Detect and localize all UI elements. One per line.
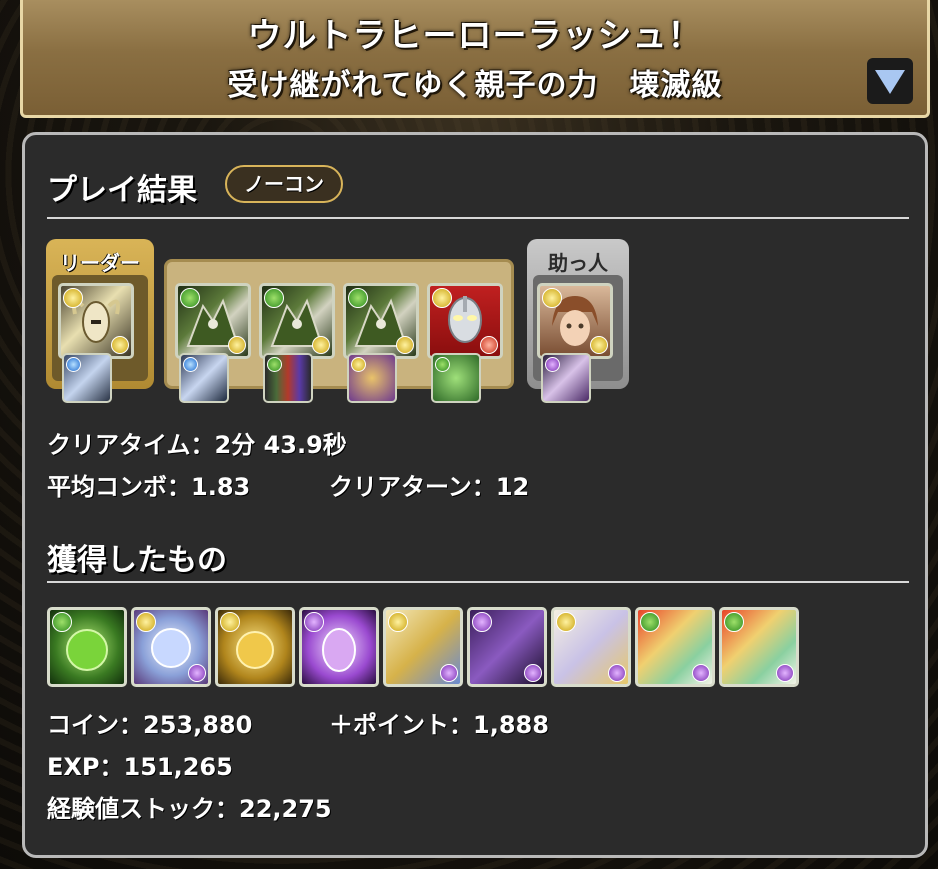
attribute-icon — [545, 357, 560, 372]
attribute-icon — [435, 357, 450, 372]
attribute-icon — [724, 612, 744, 632]
sub-attribute-icon — [188, 664, 206, 682]
sub-attribute-icon — [312, 336, 330, 354]
sub-attribute-icon — [692, 664, 710, 682]
sub-attribute-icon — [228, 336, 246, 354]
sub-monster-1[interactable] — [175, 283, 251, 359]
helper-label: 助っ人 — [548, 251, 608, 275]
drop-item-1[interactable] — [47, 607, 127, 687]
sub-assist-1[interactable] — [179, 353, 229, 403]
helper-assist[interactable] — [541, 353, 591, 403]
exp-stock: 経験値ストック：22,275 — [47, 789, 332, 824]
sub-attribute-icon — [608, 664, 626, 682]
attribute-icon — [66, 357, 81, 372]
attribute-icon — [180, 288, 200, 308]
exp-label: EXP： — [47, 753, 124, 781]
drop-item-5[interactable] — [383, 607, 463, 687]
clear-time-value: 2分 43.9秒 — [214, 431, 347, 459]
attribute-icon — [304, 612, 324, 632]
divider — [47, 217, 909, 219]
exp-reward: EXP：151,265 — [47, 747, 233, 782]
drop-item-2[interactable] — [131, 607, 211, 687]
dungeon-title: ウルトラヒーローラッシュ！ — [247, 16, 703, 56]
attribute-icon — [136, 612, 156, 632]
play-result-title: プレイ結果 — [47, 173, 197, 208]
coin-value: 253,880 — [143, 711, 253, 739]
avg-combo-value: 1.83 — [191, 473, 251, 501]
avg-combo-label: 平均コンボ： — [47, 473, 191, 501]
attribute-icon — [472, 612, 492, 632]
divider — [47, 581, 909, 583]
attribute-icon — [542, 288, 562, 308]
point-value: 1,888 — [473, 711, 549, 739]
leader-assist[interactable] — [62, 353, 112, 403]
attribute-icon — [52, 612, 72, 632]
sub-monster-3[interactable] — [343, 283, 419, 359]
exp-stock-label: 経験値ストック： — [47, 795, 239, 823]
no-continue-badge: ノーコン — [225, 165, 343, 203]
leader-monster[interactable] — [58, 283, 134, 359]
sub-attribute-icon — [524, 664, 542, 682]
sub-attribute-icon — [776, 664, 794, 682]
coin-label: コイン： — [47, 711, 143, 739]
sub-assist-2[interactable] — [263, 353, 313, 403]
average-combo: 平均コンボ：1.83 — [47, 467, 250, 502]
sub-monster-2[interactable] — [259, 283, 335, 359]
sub-attribute-icon — [590, 336, 608, 354]
clear-turn-value: 12 — [495, 473, 530, 501]
helper-monster[interactable] — [537, 283, 613, 359]
triangle-down-icon — [875, 70, 905, 94]
attribute-icon — [432, 288, 452, 308]
sub-attribute-icon — [440, 664, 458, 682]
drop-item-7[interactable] — [551, 607, 631, 687]
clear-turn-label: クリアターン： — [329, 473, 496, 501]
result-panel: プレイ結果 ノーコン リーダー 助っ人 クリアタイム：2分 43.9秒 平均コン… — [22, 132, 928, 858]
attribute-icon — [264, 288, 284, 308]
leader-label: リーダー — [60, 251, 140, 275]
sub-attribute-icon — [480, 336, 498, 354]
drop-item-6[interactable] — [467, 607, 547, 687]
drop-item-4[interactable] — [299, 607, 379, 687]
attribute-icon — [267, 357, 282, 372]
attribute-icon — [388, 612, 408, 632]
exp-value: 151,265 — [123, 753, 233, 781]
point-label: ＋ポイント： — [329, 711, 473, 739]
exp-stock-value: 22,275 — [239, 795, 332, 823]
drop-item-8[interactable] — [635, 607, 715, 687]
dropdown-button[interactable] — [867, 58, 913, 104]
drop-item-9[interactable] — [719, 607, 799, 687]
clear-time-label: クリアタイム： — [47, 431, 215, 459]
clear-time: クリアタイム：2分 43.9秒 — [47, 425, 347, 460]
attribute-icon — [351, 357, 366, 372]
clear-turn: クリアターン：12 — [329, 467, 529, 502]
point-reward: ＋ポイント：1,888 — [329, 705, 549, 740]
sub-assist-4[interactable] — [431, 353, 481, 403]
attribute-icon — [348, 288, 368, 308]
attribute-icon — [183, 357, 198, 372]
sub-assist-3[interactable] — [347, 353, 397, 403]
attribute-icon — [556, 612, 576, 632]
sub-attribute-icon — [396, 336, 414, 354]
attribute-icon — [220, 612, 240, 632]
attribute-icon — [63, 288, 83, 308]
coin-reward: コイン：253,880 — [47, 705, 252, 740]
drop-item-3[interactable] — [215, 607, 295, 687]
floor-title: 受け継がれてゆく親子の力 壊滅級 — [227, 68, 723, 103]
attribute-icon — [640, 612, 660, 632]
sub-monster-4[interactable] — [427, 283, 503, 359]
sub-attribute-icon — [111, 336, 129, 354]
rewards-title: 獲得したもの — [47, 543, 227, 578]
dungeon-title-bar: ウルトラヒーローラッシュ！ 受け継がれてゆく親子の力 壊滅級 — [20, 0, 930, 118]
